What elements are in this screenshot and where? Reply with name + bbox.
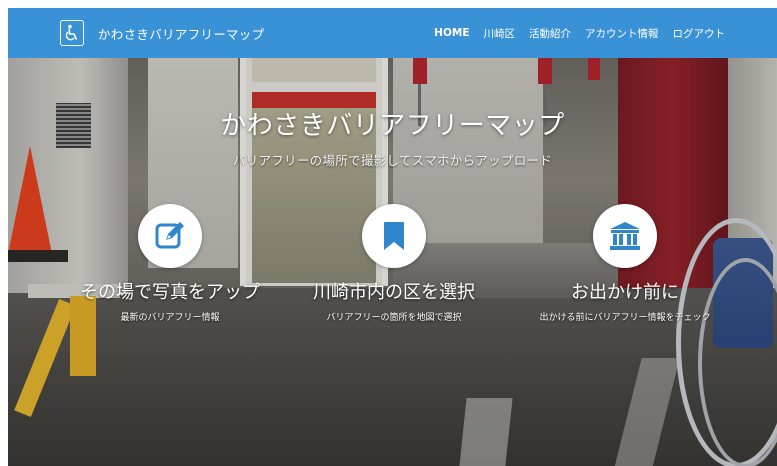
main-nav: HOME 川崎区 活動紹介 アカウント情報 ログアウト xyxy=(434,26,725,41)
nav-item-kawasaki-ku[interactable]: 川崎区 xyxy=(484,26,516,41)
nav-item-account[interactable]: アカウント情報 xyxy=(585,26,659,41)
feature-title: お出かけ前に xyxy=(571,282,679,303)
bank-building-icon[interactable] xyxy=(593,204,657,268)
pencil-square-icon[interactable] xyxy=(138,204,202,268)
feature-select-ward: 川崎市内の区を選択 バリアフリーの箇所を地図で選択 xyxy=(274,204,514,323)
brand-link[interactable]: かわさきバリアフリーマップ xyxy=(60,20,264,46)
feature-upload-photo: その場で写真をアップ 最新のバリアフリー情報 xyxy=(50,204,290,323)
feature-description: バリアフリーの箇所を地図で選択 xyxy=(326,313,462,323)
feature-title: その場で写真をアップ xyxy=(80,282,260,303)
brand-title: かわさきバリアフリーマップ xyxy=(98,26,265,42)
nav-item-logout[interactable]: ログアウト xyxy=(673,26,726,41)
bookmark-icon[interactable] xyxy=(362,204,426,268)
hero-subtitle: バリアフリーの場所で撮影してスマホからアップロード xyxy=(232,153,553,168)
feature-description: 最新のバリアフリー情報 xyxy=(120,313,220,323)
nav-item-activities[interactable]: 活動紹介 xyxy=(529,26,571,41)
feature-description: 出かける前にバリアフリー情報をチェック xyxy=(539,313,711,323)
feature-title: 川崎市内の区を選択 xyxy=(313,282,475,303)
wheelchair-icon xyxy=(60,20,84,46)
hero-section: かわさきバリアフリーマップ バリアフリーの場所で撮影してスマホからアップロード … xyxy=(8,58,777,466)
feature-before-outing: お出かけ前に 出かける前にバリアフリー情報をチェック xyxy=(505,204,745,323)
hero-title: かわさきバリアフリーマップ xyxy=(220,111,565,141)
top-navbar: かわさきバリアフリーマップ HOME 川崎区 活動紹介 アカウント情報 ログアウ… xyxy=(8,8,777,58)
nav-item-home[interactable]: HOME xyxy=(434,27,469,39)
